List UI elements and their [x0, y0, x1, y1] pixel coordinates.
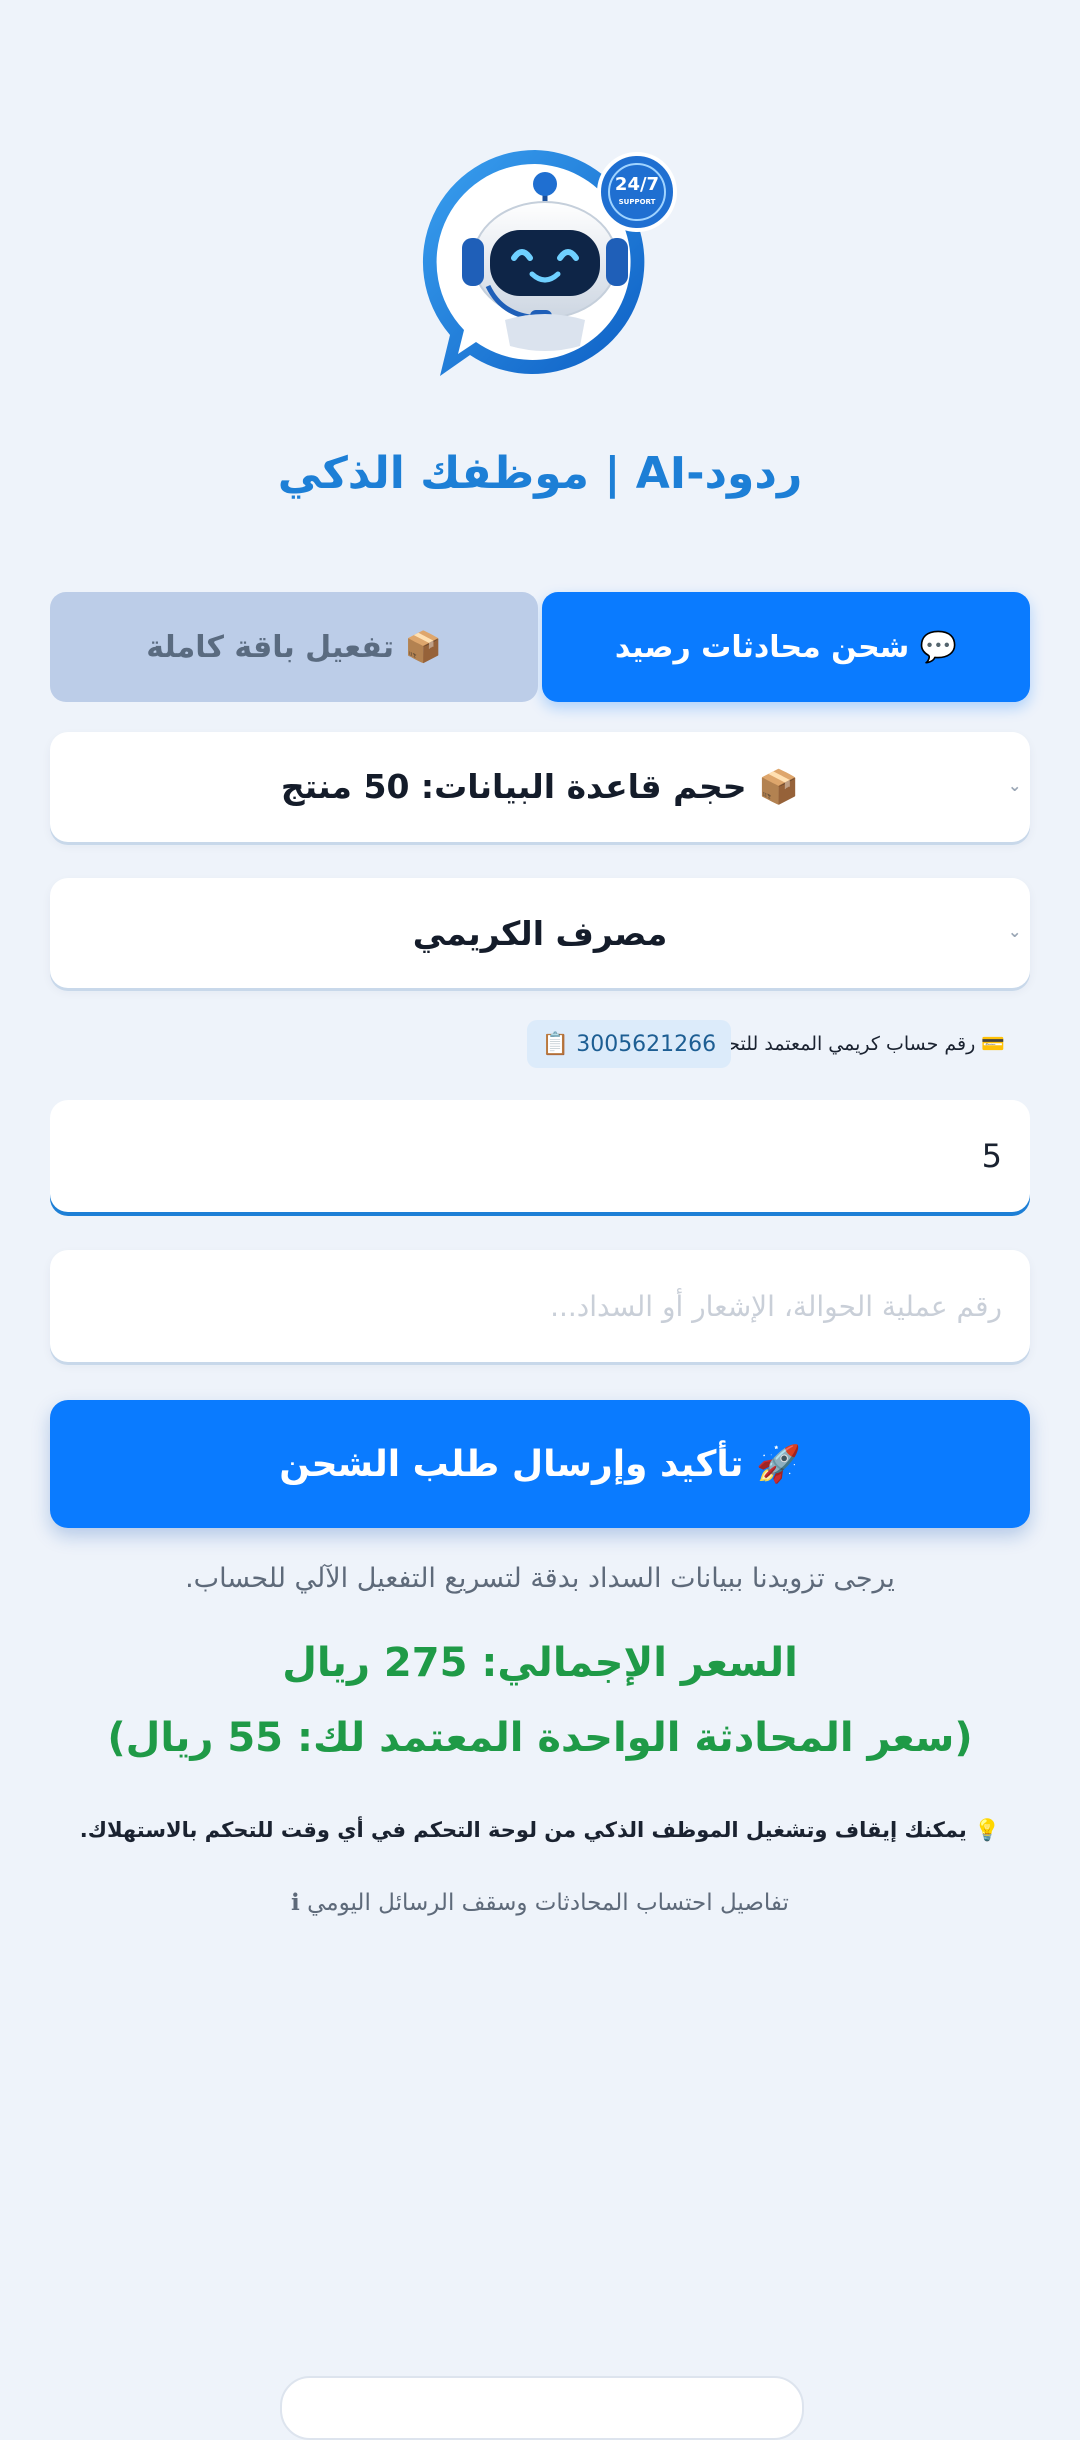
payment-reference-input[interactable]: رقم عملية الحوالة، الإشعار أو السداد...	[50, 1250, 1030, 1362]
control-tip-text: 💡 يمكنك إيقاف وتشغيل الموظف الذكي من لوح…	[79, 1818, 1001, 1842]
transfer-account-row: 💳 رقم حساب كريمي المعتمد للتحويل: 📋 3005…	[0, 1020, 1080, 1070]
package-size-select[interactable]: 📦 حجم قاعدة البيانات: 50 منتج ⌄	[50, 732, 1030, 842]
copy-account-number-button[interactable]: 📋 3005621266	[527, 1020, 731, 1068]
page-title: ردود-AI | موظفك الذكي	[277, 448, 803, 499]
bank-select[interactable]: مصرف الكريمي ⌄	[50, 878, 1030, 988]
logo-badge-text: 24/7	[614, 174, 660, 195]
tab-recharge-conversations[interactable]: 💬 شحن محادثات رصيد	[542, 592, 1030, 702]
payment-hint-text: يرجى تزويدنا ببيانات السداد بدقة لتسريع …	[185, 1563, 895, 1594]
tab-activate-package[interactable]: 📦 تفعيل باقة كاملة	[50, 592, 538, 702]
chevron-down-icon: ⌄	[1008, 922, 1022, 941]
payment-reference-placeholder: رقم عملية الحوالة، الإشعار أو السداد...	[550, 1289, 1002, 1323]
bottom-floating-bar[interactable]	[280, 2376, 804, 2440]
logo-badge-subtext: SUPPORT	[618, 198, 656, 206]
account-label: 💳 رقم حساب كريمي المعتمد للتحويل:	[692, 1033, 1005, 1055]
total-price: السعر الإجمالي: 275 ريال	[282, 1640, 798, 1686]
package-size-value: 📦 حجم قاعدة البيانات: 50 منتج	[280, 767, 800, 806]
chevron-down-icon: ⌄	[1008, 776, 1022, 795]
robot-logo: 24/7 SUPPORT	[410, 140, 680, 385]
unit-price: (سعر المحادثة الواحدة المعتمد لك: 55 ريا…	[107, 1715, 973, 1761]
quantity-input[interactable]: 5	[50, 1100, 1030, 1212]
submit-recharge-button[interactable]: 🚀 تأكيد وإرسال طلب الشحن	[50, 1400, 1030, 1528]
bank-select-value: مصرف الكريمي	[412, 913, 668, 953]
conversation-details-link[interactable]: تفاصيل احتساب المحادثات وسقف الرسائل الي…	[0, 1890, 1080, 1916]
quantity-value: 5	[981, 1137, 1002, 1175]
